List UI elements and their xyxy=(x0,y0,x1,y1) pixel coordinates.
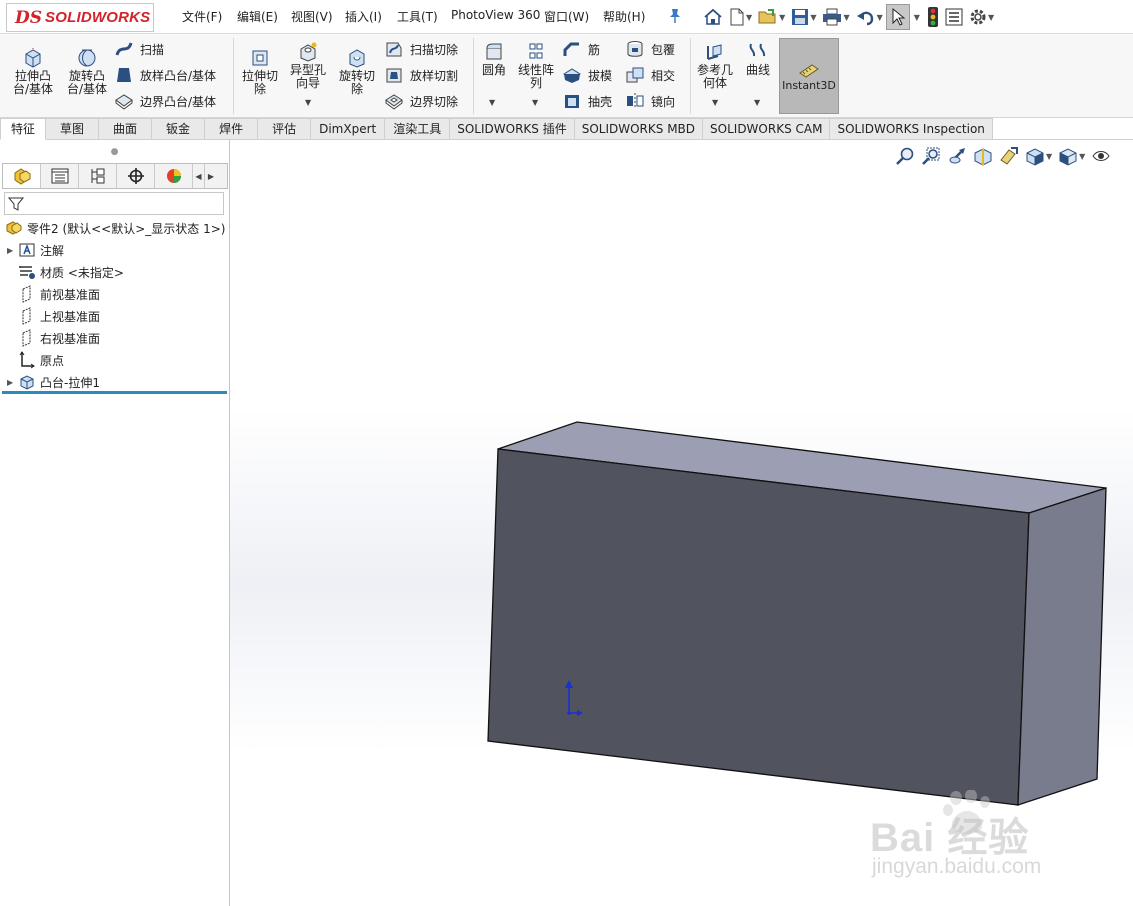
part-model[interactable] xyxy=(0,0,1133,906)
watermark-url: jingyan.baidu.com xyxy=(872,855,1042,878)
part-side-face[interactable] xyxy=(1017,487,1107,806)
